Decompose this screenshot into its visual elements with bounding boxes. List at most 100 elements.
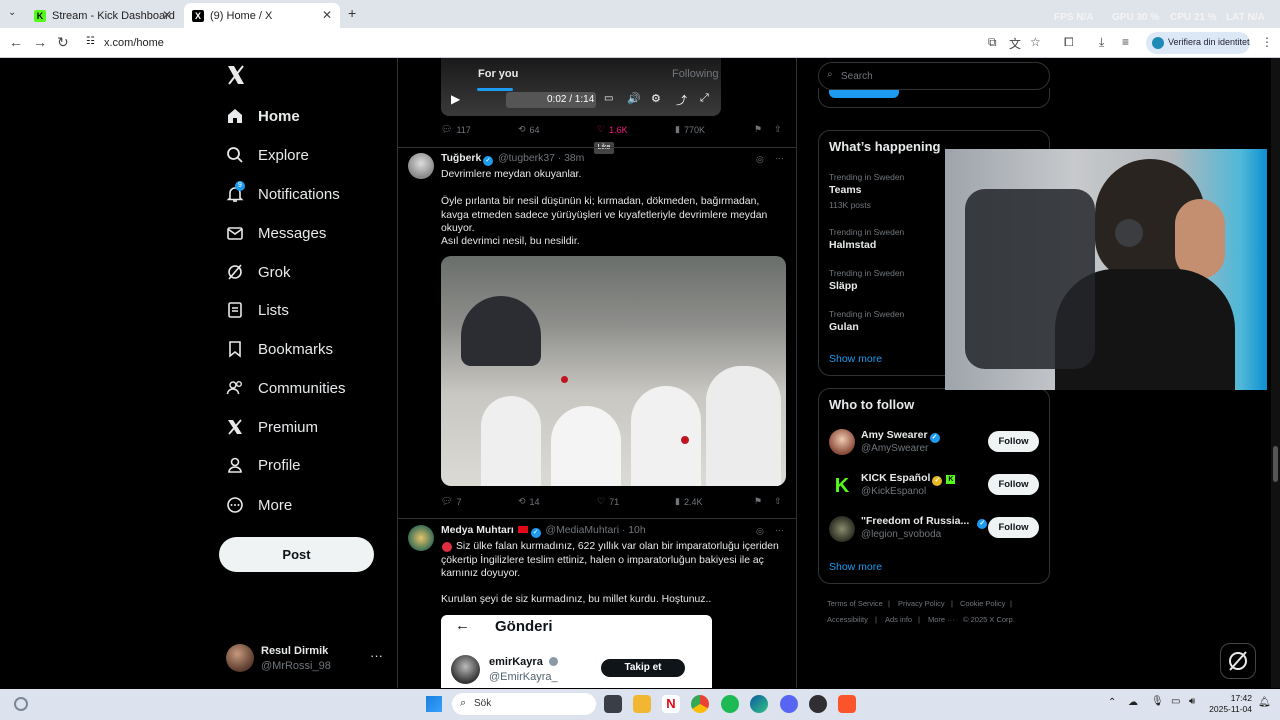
trend-name[interactable]: Gulan — [829, 321, 859, 333]
grok-floating-button[interactable] — [1220, 643, 1256, 679]
install-app-icon[interactable]: ⧉ — [988, 35, 997, 50]
nav-profile[interactable]: Profile — [226, 450, 301, 480]
volume-icon[interactable]: 🔊︎ — [1189, 696, 1195, 707]
notification-bell-icon[interactable]: 🔔︎ — [1258, 697, 1271, 708]
back-icon[interactable]: ← — [9, 34, 23, 50]
nav-bookmarks[interactable]: Bookmarks — [226, 334, 333, 364]
avatar[interactable] — [829, 429, 855, 455]
media-control-icon[interactable]: ≡ — [1122, 35, 1129, 49]
follow-button[interactable]: Follow — [988, 517, 1039, 538]
repost-button[interactable]: ⟲ 14 — [518, 496, 540, 507]
footer-link[interactable]: Cookie Policy — [960, 599, 1005, 608]
taskbar-search-input[interactable]: ⌕ Sök — [452, 693, 596, 715]
nav-notifications[interactable]: 9 Notifications — [226, 179, 340, 209]
grok-icon[interactable]: ◎ — [756, 154, 764, 165]
site-info-icon[interactable]: ☷ — [86, 36, 95, 47]
forward-icon[interactable]: → — [33, 34, 47, 50]
url-field[interactable]: ☷ x.com/home — [80, 32, 980, 54]
avatar[interactable] — [408, 153, 434, 179]
tab-x-home[interactable]: X (9) Home / X ✕ — [184, 3, 340, 28]
bookmark-icon[interactable]: ⚑ — [754, 124, 762, 135]
views-button[interactable]: ▮ 770K — [675, 124, 705, 135]
repost-button[interactable]: ⟲ 64 — [518, 124, 540, 135]
tweet-image[interactable] — [441, 256, 786, 486]
reload-icon[interactable]: ↻ — [57, 34, 69, 51]
trend-name[interactable]: Teams — [829, 184, 862, 196]
close-tab-icon[interactable]: ✕ — [322, 8, 332, 22]
search-input[interactable]: ⌕ Search — [818, 62, 1050, 90]
show-hidden-icons[interactable]: ⌃ — [1108, 697, 1116, 708]
pip-icon[interactable]: ⤴ — [676, 92, 687, 108]
author-name[interactable]: Tuğberk — [441, 153, 481, 164]
quoted-screenshot[interactable]: ← Gönderi emirKayra @EmirKayra_ Takip et — [441, 615, 712, 688]
volume-icon[interactable]: 🔊 — [627, 92, 641, 105]
verify-identity-button[interactable]: Verifiera din identitet — [1146, 32, 1250, 54]
discord-icon[interactable] — [780, 695, 798, 713]
new-tab-icon[interactable]: + — [348, 5, 356, 21]
browser-menu-icon[interactable]: ⋮ — [1261, 35, 1273, 49]
tab-for-you[interactable]: For you — [478, 68, 518, 80]
start-icon[interactable] — [426, 696, 442, 712]
widgets-icon[interactable] — [14, 697, 28, 711]
author-handle[interactable]: @tugberk37 — [498, 153, 555, 164]
task-view-icon[interactable] — [604, 695, 622, 713]
obs-icon[interactable] — [809, 695, 827, 713]
footer-link[interactable]: More ··· — [928, 615, 955, 624]
footer-link[interactable]: Ads info — [885, 615, 912, 624]
trend-name[interactable]: Släpp — [829, 280, 858, 292]
footer-link[interactable]: Terms of Service — [827, 599, 883, 608]
nav-communities[interactable]: Communities — [226, 373, 346, 403]
tweet-time[interactable]: · 10h — [622, 525, 646, 536]
spotify-icon[interactable] — [721, 695, 739, 713]
nav-lists[interactable]: Lists — [226, 295, 289, 325]
chrome-icon[interactable] — [691, 695, 709, 713]
translate-icon[interactable]: 文 — [1009, 35, 1021, 52]
post-button[interactable]: Post — [219, 537, 374, 572]
edge-icon[interactable] — [750, 695, 768, 713]
more-dots-icon[interactable]: ··· — [775, 525, 784, 535]
follow-suggestion-name[interactable]: Amy Swearer ✓ — [861, 429, 942, 443]
nav-explore[interactable]: Explore — [226, 140, 309, 170]
extensions-icon[interactable]: ⧠ — [1064, 35, 1074, 50]
nav-messages[interactable]: Messages — [226, 218, 326, 248]
network-icon[interactable]: ▭ — [1171, 696, 1180, 707]
grok-icon[interactable]: ◎ — [756, 526, 764, 537]
nav-home[interactable]: Home — [226, 101, 300, 131]
more-dots-icon[interactable]: ··· — [370, 648, 383, 663]
onedrive-icon[interactable]: ☁ — [1128, 697, 1138, 708]
trend-name[interactable]: Halmstad — [829, 239, 876, 251]
microphone-icon[interactable]: 🎙︎ — [1151, 696, 1164, 707]
kick-logo-icon[interactable]: K — [829, 473, 855, 499]
nav-premium[interactable]: Premium — [226, 412, 318, 442]
netflix-icon[interactable]: N — [662, 695, 680, 713]
tweet-time[interactable]: · 38m — [558, 153, 585, 164]
follow-suggestion-name[interactable]: KICK Español ✓ K — [861, 472, 956, 486]
captions-icon[interactable]: ▭ — [604, 93, 613, 104]
author-name[interactable]: Medya Muhtarı — [441, 525, 514, 536]
author-handle[interactable]: @MediaMuhtari — [546, 525, 620, 536]
share-icon[interactable]: ⇧ — [774, 124, 782, 135]
nav-grok[interactable]: Grok — [226, 257, 291, 287]
reply-button[interactable]: 💬︎ 117 — [441, 124, 471, 135]
show-more-link[interactable]: Show more — [829, 561, 882, 573]
avatar[interactable] — [829, 516, 855, 542]
tab-following[interactable]: Following — [672, 68, 718, 80]
like-button[interactable]: ♡ 71 — [597, 496, 619, 507]
tab-search-dropdown-icon[interactable]: ⌄ — [8, 7, 16, 18]
scrollbar-thumb[interactable] — [1273, 446, 1278, 482]
page-scrollbar[interactable] — [1271, 58, 1280, 688]
play-icon[interactable]: ▶ — [451, 92, 460, 106]
share-icon[interactable]: ⇧ — [774, 496, 782, 507]
account-switcher[interactable]: Resul Dirmik @MrRossi_98 ··· — [226, 642, 386, 676]
tab-kick-dashboard[interactable]: K Stream - Kick Dashboard ✕ — [26, 3, 180, 28]
system-clock[interactable]: 17:42 2025-11-04 — [1206, 693, 1252, 715]
x-logo[interactable] — [226, 64, 246, 88]
like-button[interactable]: ♡ 1.6K — [597, 124, 628, 135]
reply-button[interactable]: 💬︎ 7 — [441, 496, 461, 507]
nav-more[interactable]: More — [226, 490, 292, 520]
file-explorer-icon[interactable] — [633, 695, 651, 713]
more-dots-icon[interactable]: ··· — [775, 153, 784, 163]
follow-button[interactable]: Follow — [988, 474, 1039, 495]
views-button[interactable]: ▮ 2.4K — [675, 496, 702, 507]
download-icon[interactable]: ⤓ — [1099, 35, 1104, 50]
